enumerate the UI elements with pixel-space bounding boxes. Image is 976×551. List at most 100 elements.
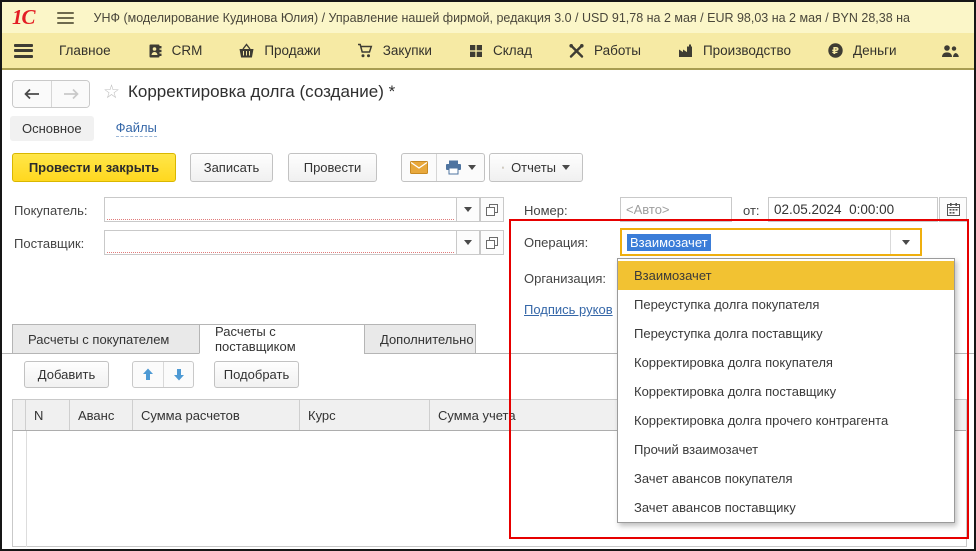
supplier-field[interactable] — [104, 230, 457, 255]
pick-button[interactable]: Подобрать — [214, 361, 299, 388]
gutter-separator — [26, 431, 27, 547]
menu-item-purchases[interactable]: Закупки — [357, 43, 432, 59]
menu-item-label: Продажи — [264, 43, 320, 58]
open-icon — [486, 237, 498, 249]
forward-button[interactable] — [51, 81, 89, 107]
menu-item-sales[interactable]: Продажи — [238, 43, 320, 59]
row-marker-gutter — [13, 400, 26, 430]
money-ruble-icon: ₽ — [827, 42, 844, 59]
menu-item-label: Склад — [493, 43, 532, 58]
open-icon — [486, 204, 498, 216]
move-row-group — [132, 361, 194, 388]
menu-item-label: Производство — [703, 43, 791, 58]
print-icon — [445, 160, 462, 175]
buyer-field[interactable] — [104, 197, 457, 222]
title-bar: 1С УНФ (моделирование Кудинова Юлия) / У… — [2, 2, 974, 33]
arrow-down-icon — [173, 368, 185, 381]
signature-link[interactable]: Подпись руков — [524, 302, 613, 317]
reports-dropdown-caret — [562, 165, 570, 170]
tab-main[interactable]: Основное — [10, 116, 94, 141]
calendar-icon — [947, 203, 960, 216]
dropdown-item[interactable]: Переуступка долга покупателя — [618, 290, 954, 319]
column-header-rate[interactable]: Курс — [300, 400, 430, 430]
back-button[interactable] — [13, 81, 51, 107]
operation-dropdown-list: Взаимозачет Переуступка долга покупателя… — [617, 258, 955, 523]
forward-arrow-icon — [63, 88, 79, 100]
mail-button[interactable] — [402, 154, 436, 181]
menu-item-production[interactable]: Производство — [677, 43, 791, 59]
dropdown-item[interactable]: Зачет авансов покупателя — [618, 464, 954, 493]
menu-item-works[interactable]: Работы — [568, 43, 641, 59]
sections-menu-icon[interactable] — [14, 44, 33, 58]
sections-panel: Главное CRM Продажи Закупки Склад Работы… — [2, 33, 974, 70]
application-window: 1С УНФ (моделирование Кудинова Юлия) / У… — [0, 0, 976, 551]
dropdown-item[interactable]: Переуступка долга поставщику — [618, 319, 954, 348]
purchases-cart-icon — [357, 43, 374, 59]
move-down-button[interactable] — [163, 362, 193, 387]
organization-label: Организация: — [524, 271, 606, 286]
section-tabs: Основное Файлы — [10, 115, 157, 142]
required-underline — [107, 252, 454, 253]
tab-buyer-settlements[interactable]: Расчеты с покупателем — [12, 324, 200, 354]
menu-item-crm[interactable]: CRM — [147, 43, 203, 59]
date-input[interactable] — [769, 198, 937, 221]
print-button[interactable] — [436, 154, 484, 181]
dropdown-item[interactable]: Прочий взаимозачет — [618, 435, 954, 464]
dropdown-item[interactable]: Взаимозачет — [618, 261, 954, 290]
buyer-label: Покупатель: — [14, 203, 87, 218]
supplier-label: Поставщик: — [14, 236, 84, 251]
operation-combobox[interactable]: Взаимозачет — [620, 228, 922, 256]
app-title: УНФ (моделирование Кудинова Юлия) / Упра… — [94, 11, 910, 25]
menu-item-users[interactable] — [940, 43, 960, 59]
dropdown-item[interactable]: Зачет авансов поставщику — [618, 493, 954, 522]
dropdown-item[interactable]: Корректировка долга покупателя — [618, 348, 954, 377]
menu-item-label: Закупки — [383, 43, 432, 58]
reports-label: Отчеты — [511, 160, 556, 175]
tab-supplier-settlements[interactable]: Расчеты с поставщиком — [199, 324, 365, 354]
buyer-dropdown-button[interactable] — [456, 197, 480, 222]
crm-icon — [147, 43, 163, 59]
move-up-button[interactable] — [133, 362, 163, 387]
operation-value: Взаимозачет — [627, 234, 711, 251]
mail-icon — [410, 161, 428, 174]
column-header-settlement-sum[interactable]: Сумма расчетов — [133, 400, 300, 430]
save-button[interactable]: Записать — [190, 153, 273, 182]
number-field[interactable] — [620, 197, 732, 222]
dropdown-item[interactable]: Корректировка долга прочего контрагента — [618, 406, 954, 435]
sales-basket-icon — [238, 43, 255, 59]
menu-item-main[interactable]: Главное — [59, 43, 111, 58]
works-tools-icon — [568, 43, 585, 59]
buyer-input[interactable] — [105, 198, 456, 221]
reports-icon — [502, 160, 504, 175]
menu-item-label: Деньги — [853, 43, 897, 58]
number-label: Номер: — [524, 203, 568, 218]
post-button[interactable]: Провести — [288, 153, 377, 182]
favorite-star-icon[interactable]: ☆ — [103, 81, 120, 104]
menu-item-label: Работы — [594, 43, 641, 58]
menu-item-money[interactable]: ₽ Деньги — [827, 42, 897, 59]
menu-item-label: CRM — [172, 43, 203, 58]
page-title: Корректировка долга (создание) * — [128, 82, 395, 102]
add-row-button[interactable]: Добавить — [24, 361, 109, 388]
tab-files[interactable]: Файлы — [116, 120, 157, 137]
buyer-open-button[interactable] — [480, 197, 504, 222]
operation-dropdown-button[interactable] — [890, 230, 920, 254]
supplier-open-button[interactable] — [480, 230, 504, 255]
production-factory-icon — [677, 43, 694, 59]
calendar-button[interactable] — [939, 197, 967, 222]
date-field[interactable] — [768, 197, 938, 222]
svg-text:₽: ₽ — [832, 46, 839, 57]
supplier-dropdown-button[interactable] — [456, 230, 480, 255]
required-underline — [107, 219, 454, 220]
column-header-n[interactable]: N — [26, 400, 70, 430]
tab-additional[interactable]: Дополнительно — [364, 324, 476, 354]
main-menu-icon[interactable] — [57, 12, 74, 24]
column-header-advance[interactable]: Аванс — [70, 400, 133, 430]
dropdown-item[interactable]: Корректировка долга поставщику — [618, 377, 954, 406]
menu-item-warehouse[interactable]: Склад — [468, 43, 532, 59]
supplier-input[interactable] — [105, 231, 456, 254]
number-input[interactable] — [621, 198, 731, 221]
post-and-close-button[interactable]: Провести и закрыть — [12, 153, 176, 182]
date-label: от: — [743, 203, 760, 218]
reports-button[interactable]: Отчеты — [489, 153, 583, 182]
